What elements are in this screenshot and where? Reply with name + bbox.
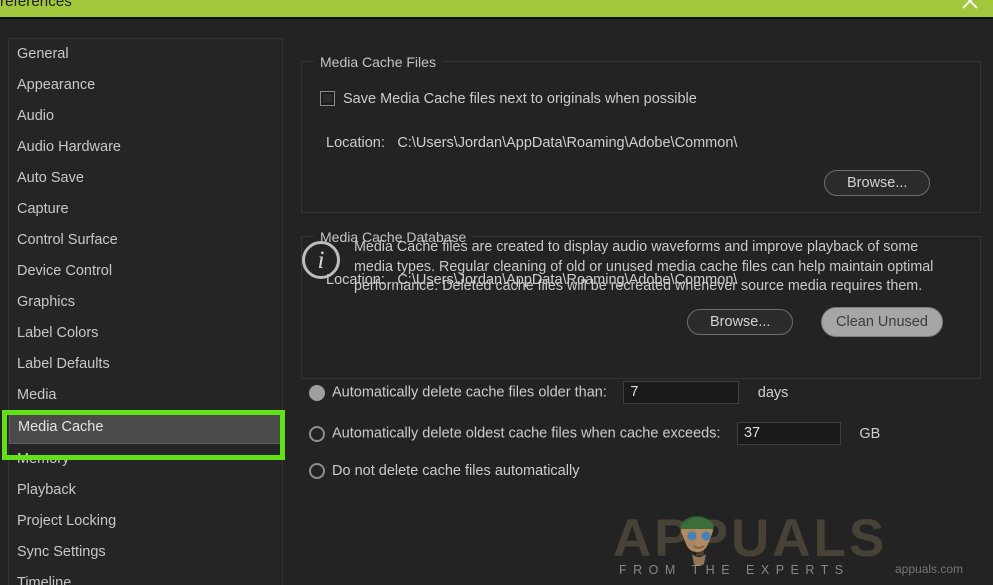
clean-unused-button[interactable]: Clean Unused (821, 307, 943, 337)
sidebar-item-playback[interactable]: Playback (9, 475, 282, 506)
preferences-category-list[interactable]: General Appearance Audio Audio Hardware … (8, 38, 283, 585)
option-do-not-delete-row[interactable]: Do not delete cache files automatically (309, 462, 579, 480)
sidebar-item-media[interactable]: Media (9, 380, 282, 411)
media-cache-info-text: Media Cache files are created to display… (354, 238, 954, 297)
media-cache-files-title: Media Cache Files (314, 54, 442, 70)
option-delete-older-than-radio[interactable] (309, 385, 325, 401)
preferences-dialog: references General Appearance Audio Audi… (0, 0, 993, 585)
sidebar-item-label-colors[interactable]: Label Colors (9, 318, 282, 349)
sidebar-item-project-locking[interactable]: Project Locking (9, 506, 282, 537)
save-next-to-originals-label: Save Media Cache files next to originals… (343, 91, 697, 107)
sidebar-item-timeline[interactable]: Timeline (9, 568, 282, 585)
info-icon: i (302, 241, 340, 279)
cache-exceeds-size-input[interactable]: 37 (737, 422, 841, 445)
title-bar: references (0, 0, 993, 19)
delete-older-than-days-input[interactable]: 7 (623, 381, 739, 404)
files-location-value: C:\Users\Jordan\AppData\Roaming\Adobe\Co… (397, 135, 737, 151)
option-cache-exceeds-label: Automatically delete oldest cache files … (332, 426, 721, 442)
delete-older-than-unit: days (758, 385, 789, 401)
sidebar-item-device-control[interactable]: Device Control (9, 256, 282, 287)
media-cache-settings-panel: Media Cache Files Save Media Cache files… (297, 38, 985, 585)
database-browse-button[interactable]: Browse... (687, 309, 793, 335)
media-cache-files-group: Media Cache Files Save Media Cache files… (301, 61, 981, 213)
sidebar-item-media-cache[interactable]: Media Cache (9, 411, 282, 444)
save-next-to-originals-checkbox[interactable] (320, 91, 335, 106)
option-delete-older-than-label: Automatically delete cache files older t… (332, 385, 607, 401)
sidebar-item-audio[interactable]: Audio (9, 101, 282, 132)
sidebar-item-control-surface[interactable]: Control Surface (9, 225, 282, 256)
save-next-to-originals-row[interactable]: Save Media Cache files next to originals… (320, 90, 697, 108)
files-location-row: Location: C:\Users\Jordan\AppData\Roamin… (326, 134, 737, 152)
sidebar-item-capture[interactable]: Capture (9, 194, 282, 225)
sidebar-item-memory[interactable]: Memory (9, 444, 282, 475)
sidebar-item-label-defaults[interactable]: Label Defaults (9, 349, 282, 380)
close-icon[interactable] (959, 0, 981, 12)
sidebar-item-auto-save[interactable]: Auto Save (9, 163, 282, 194)
sidebar-item-graphics[interactable]: Graphics (9, 287, 282, 318)
sidebar-item-appearance[interactable]: Appearance (9, 70, 282, 101)
option-do-not-delete-radio[interactable] (309, 463, 325, 479)
files-location-label: Location: (326, 135, 385, 151)
files-browse-button[interactable]: Browse... (824, 170, 930, 196)
sidebar-item-general[interactable]: General (9, 39, 282, 70)
cache-exceeds-unit: GB (859, 426, 880, 442)
window-title: references (0, 0, 72, 10)
sidebar-item-audio-hardware[interactable]: Audio Hardware (9, 132, 282, 163)
option-cache-exceeds-row[interactable]: Automatically delete oldest cache files … (309, 422, 880, 445)
sidebar-item-sync-settings[interactable]: Sync Settings (9, 537, 282, 568)
option-delete-older-than-row[interactable]: Automatically delete cache files older t… (309, 381, 788, 404)
option-cache-exceeds-radio[interactable] (309, 426, 325, 442)
option-do-not-delete-label: Do not delete cache files automatically (332, 463, 579, 479)
